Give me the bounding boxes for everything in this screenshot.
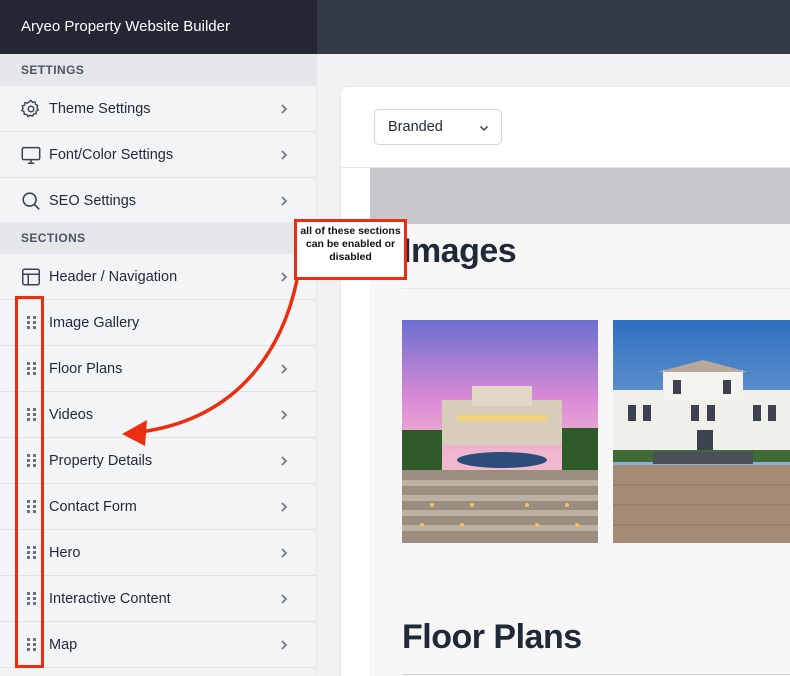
annotation-highlight-box — [15, 296, 44, 668]
sidebar-item-interactive-content[interactable]: Interactive Content — [0, 576, 316, 622]
divider — [402, 288, 790, 289]
chevron-down-icon — [479, 125, 489, 132]
chevron-right-icon — [281, 196, 288, 206]
search-icon — [22, 192, 40, 210]
annotation-callout: all of these sections can be enabled or … — [294, 219, 407, 280]
sections-section-header: SECTIONS — [0, 222, 316, 254]
sidebar-item-property-details[interactable]: Property Details — [0, 438, 316, 484]
top-bar: Aryeo Property Website Builder — [0, 0, 790, 54]
sidebar-item-map[interactable]: Map — [0, 622, 316, 668]
sidebar-item-label: Floor Plans — [49, 361, 123, 377]
chevron-right-icon — [281, 456, 288, 466]
chevron-right-icon — [281, 594, 288, 604]
sidebar-item-label: Videos — [49, 407, 94, 423]
app-title: Aryeo Property Website Builder — [0, 0, 317, 54]
sidebar-item-floor-plans[interactable]: Floor Plans — [0, 346, 316, 392]
main-panel: Branded Images Floor Plans — [340, 86, 790, 676]
chevron-right-icon — [281, 364, 288, 374]
gallery-photo-2[interactable] — [613, 320, 790, 543]
sidebar-item-label: Contact Form — [49, 499, 137, 515]
sidebar-item-label: SEO Settings — [49, 193, 137, 209]
sidebar-item-label: Font/Color Settings — [49, 147, 174, 163]
sidebar-item-label: Image Gallery — [49, 315, 140, 331]
images-heading: Images — [402, 232, 517, 270]
chevron-right-icon — [281, 502, 288, 512]
chevron-right-icon — [281, 104, 288, 114]
sidebar-item-label: Map — [49, 637, 78, 653]
settings-section-header: SETTINGS — [0, 54, 316, 86]
gear-icon — [21, 99, 40, 118]
chevron-right-icon — [281, 640, 288, 650]
branding-select[interactable]: Branded — [374, 109, 502, 145]
monitor-icon — [21, 146, 41, 164]
chevron-right-icon — [281, 272, 288, 282]
sidebar-item-label: Hero — [49, 545, 81, 561]
annotation-text: all of these sections can be enabled or … — [300, 225, 401, 263]
hero-placeholder — [370, 168, 790, 224]
sidebar-item-seo-settings[interactable]: SEO Settings — [0, 178, 316, 224]
sidebar-item-videos[interactable]: Videos — [0, 392, 316, 438]
sidebar-item-label: Header / Navigation — [49, 269, 178, 285]
sidebar-item-label: Property Details — [49, 453, 153, 469]
sidebar-item-header-navigation[interactable]: Header / Navigation — [0, 254, 316, 300]
branding-select-value: Branded — [388, 119, 443, 135]
gallery-photo-1[interactable] — [402, 320, 598, 543]
sidebar-item-hero[interactable]: Hero — [0, 530, 316, 576]
sidebar-item-contact-form[interactable]: Contact Form — [0, 484, 316, 530]
chevron-right-icon — [281, 548, 288, 558]
layout-icon — [22, 268, 40, 286]
sidebar-item-label: Theme Settings — [49, 101, 151, 117]
sidebar-item-label: Interactive Content — [49, 591, 171, 607]
chevron-right-icon — [281, 410, 288, 420]
floor-plans-heading: Floor Plans — [402, 618, 582, 656]
website-preview[interactable]: Images Floor Plans — [370, 168, 790, 676]
sidebar-item-theme-settings[interactable]: Theme Settings — [0, 86, 316, 132]
sidebar-item-image-gallery[interactable]: Image Gallery — [0, 300, 316, 346]
sidebar-item-font-color-settings[interactable]: Font/Color Settings — [0, 132, 316, 178]
chevron-right-icon — [281, 150, 288, 160]
sidebar: SETTINGS Theme Settings Font/Color Setti… — [0, 54, 317, 675]
